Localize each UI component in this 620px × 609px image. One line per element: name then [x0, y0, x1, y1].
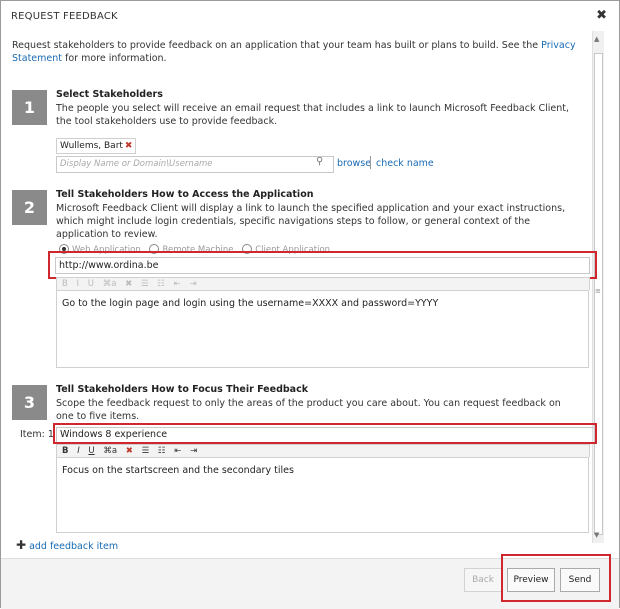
intro-tail: for more information. — [62, 53, 167, 64]
intro-lead: Request stakeholders to provide feedback… — [12, 40, 542, 51]
section-description-2: Microsoft Feedback Client will display a… — [56, 203, 566, 240]
item-number-label: Item: 1 — [20, 429, 54, 440]
scroll-up-icon[interactable]: ▲ — [594, 35, 599, 43]
indent-button[interactable]: ⇥ — [190, 446, 197, 456]
link-divider — [370, 156, 371, 169]
step-badge-2: 2 — [12, 190, 47, 225]
search-icon[interactable]: ⚲ — [316, 156, 323, 167]
bold-button[interactable]: B — [62, 446, 68, 456]
italic-button[interactable]: I — [77, 446, 80, 456]
outdent-button[interactable]: ⇤ — [174, 446, 181, 456]
instructions-toolbar: B I U ⌘a ✖ ☰ ☷ ⇤ ⇥ — [56, 277, 590, 290]
section-title-1: Select Stakeholders — [56, 89, 163, 100]
section-title-3: Tell Stakeholders How to Focus Their Fee… — [56, 384, 309, 395]
clear-format-button[interactable]: ✖ — [125, 279, 132, 289]
section-title-2: Tell Stakeholders How to Access the Appl… — [56, 189, 314, 200]
add-feedback-item-link[interactable]: ✚ add feedback item — [16, 538, 118, 552]
stakeholder-name: Wullems, Bart — [60, 141, 123, 151]
stakeholder-token[interactable]: Wullems, Bart ✖ — [56, 138, 137, 154]
step-badge-3: 3 — [12, 385, 47, 420]
bullets-button[interactable]: ☰ — [142, 446, 150, 456]
numbering-button[interactable]: ☷ — [157, 279, 165, 289]
notes-toolbar: B I U ⌘a ✖ ☰ ☷ ⇤ ⇥ — [56, 444, 590, 457]
grip-icon[interactable]: ≡ — [595, 287, 601, 295]
scroll-down-icon[interactable]: ▼ — [594, 531, 599, 539]
italic-button[interactable]: I — [77, 279, 80, 289]
close-icon[interactable]: ✖ — [596, 8, 607, 23]
instructions-editor[interactable]: Go to the login page and login using the… — [56, 290, 589, 368]
browse-link[interactable]: browse — [337, 158, 371, 169]
indent-button[interactable]: ⇥ — [189, 279, 196, 289]
step-badge-1: 1 — [12, 90, 47, 125]
request-feedback-dialog: REQUEST FEEDBACK ✖ Request stakeholders … — [0, 0, 620, 609]
format-button[interactable]: ⌘a — [103, 279, 117, 289]
plus-icon: ✚ — [16, 538, 27, 552]
url-highlight — [48, 251, 597, 279]
underline-button[interactable]: U — [88, 446, 94, 456]
add-feedback-item-label[interactable]: add feedback item — [29, 541, 118, 552]
intro-text: Request stakeholders to provide feedback… — [12, 39, 582, 65]
title-bar: REQUEST FEEDBACK ✖ — [1, 1, 619, 31]
stakeholder-search-input[interactable]: Display Name or Domain\Username — [56, 156, 334, 173]
check-name-link[interactable]: check name — [376, 158, 434, 169]
section-description-3: Scope the feedback request to only the a… — [56, 398, 561, 422]
item-highlight — [53, 423, 597, 444]
underline-button[interactable]: U — [88, 279, 94, 289]
bold-button[interactable]: B — [62, 279, 68, 289]
clear-format-button[interactable]: ✖ — [126, 446, 133, 456]
remove-token-icon[interactable]: ✖ — [125, 141, 133, 151]
notes-editor[interactable]: Focus on the startscreen and the seconda… — [56, 457, 589, 533]
back-button[interactable]: Back — [464, 568, 502, 592]
dialog-title: REQUEST FEEDBACK — [11, 11, 118, 22]
section-description-1: The people you select will receive an em… — [56, 103, 570, 127]
buttons-highlight — [501, 554, 611, 602]
outdent-button[interactable]: ⇤ — [174, 279, 181, 289]
bullets-button[interactable]: ☰ — [141, 279, 149, 289]
numbering-button[interactable]: ☷ — [158, 446, 166, 456]
format-button[interactable]: ⌘a — [103, 446, 117, 456]
